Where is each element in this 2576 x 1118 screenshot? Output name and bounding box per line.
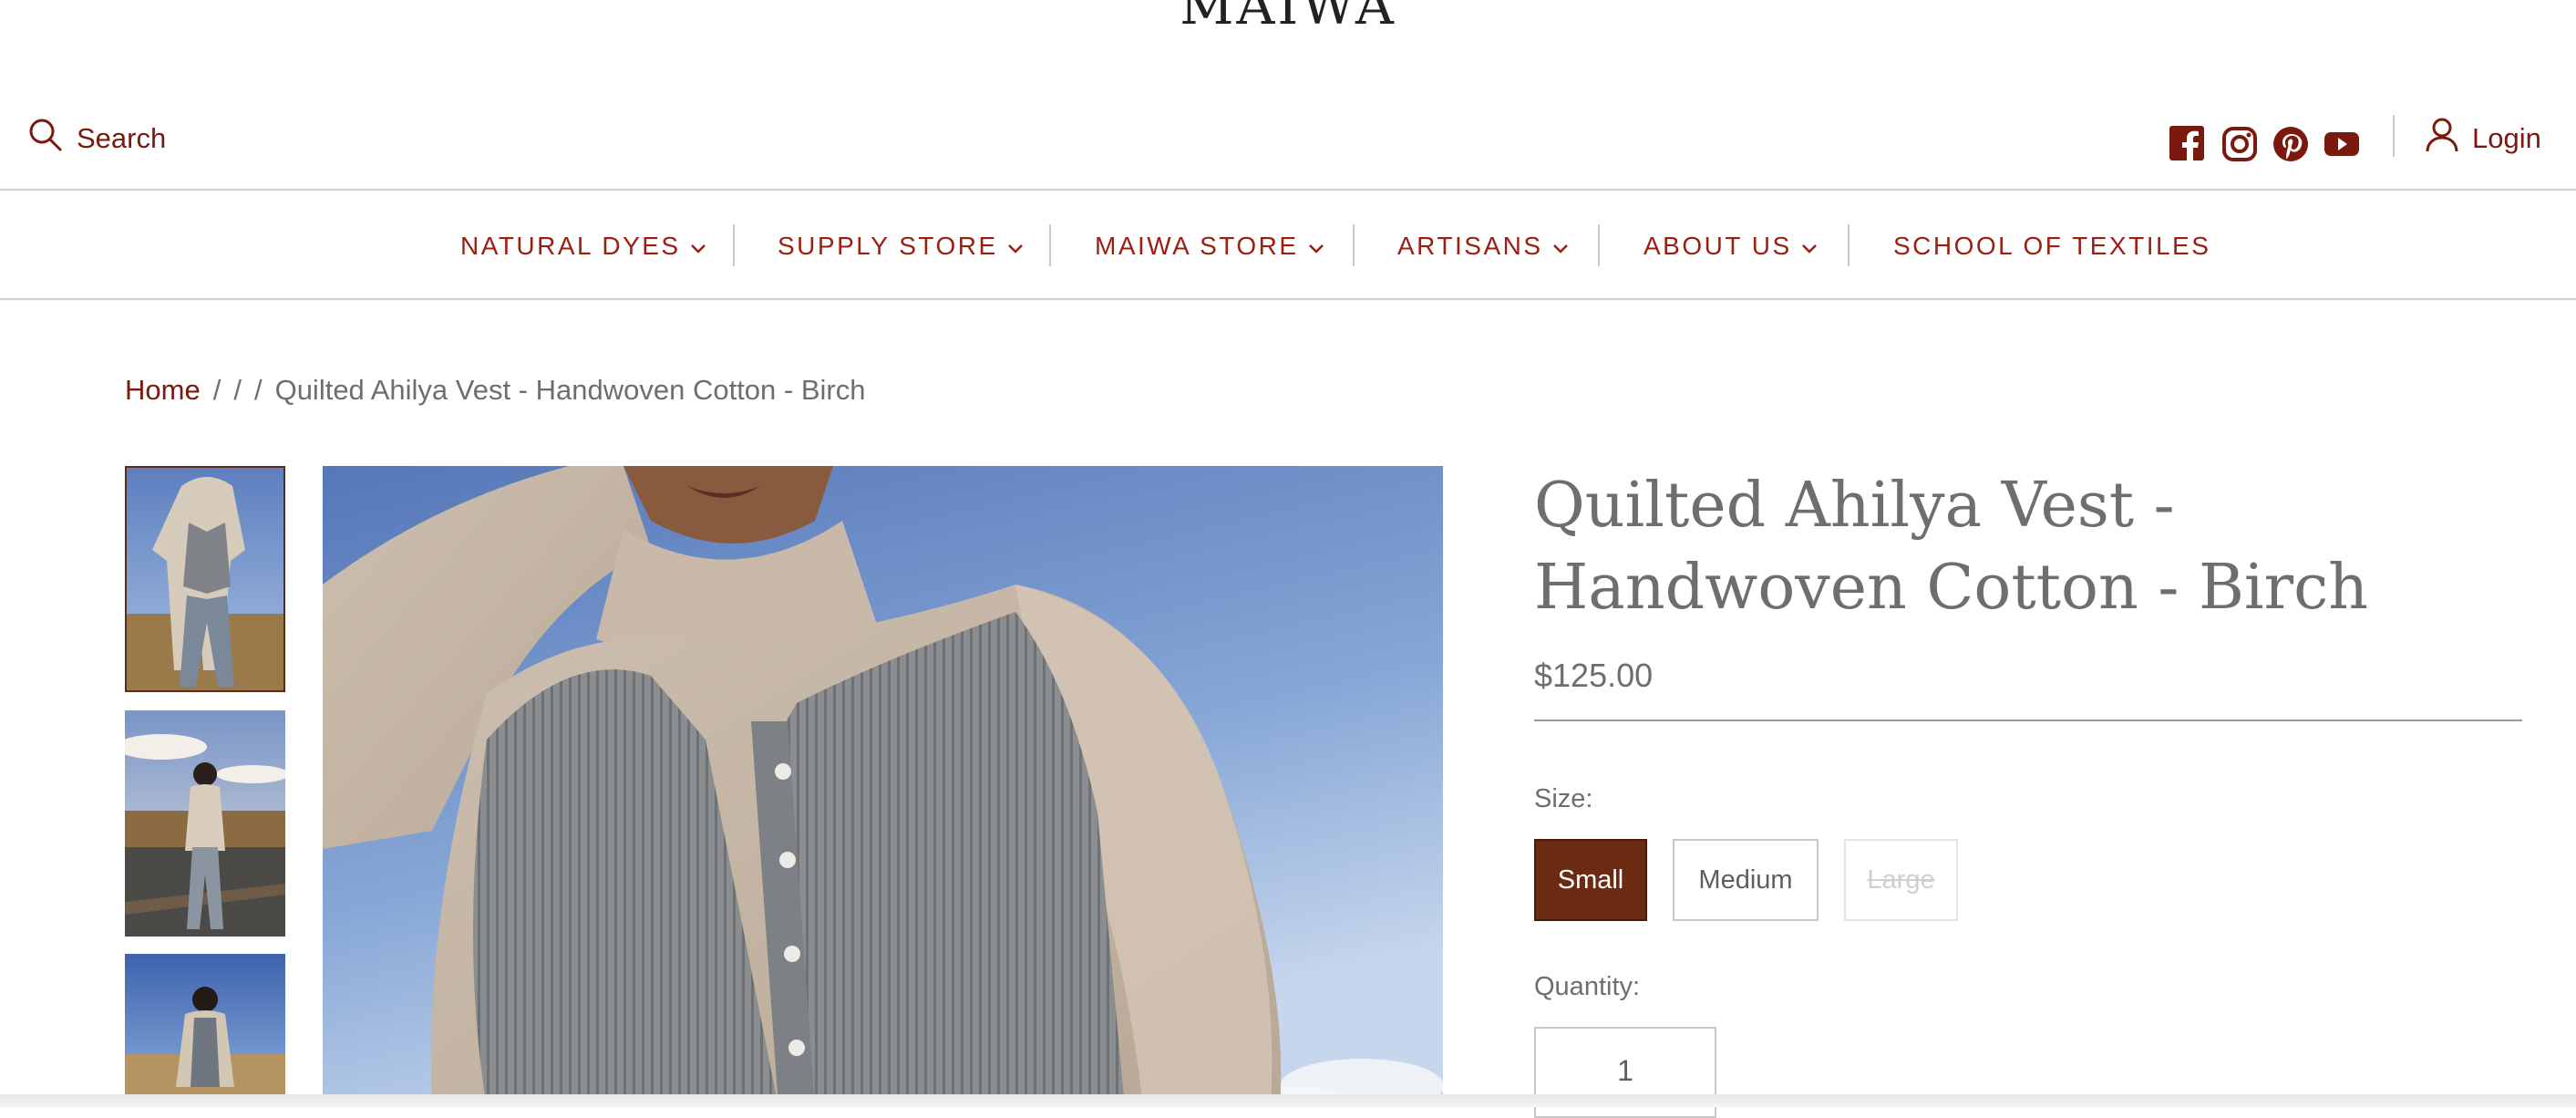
nav-label: SCHOOL OF TEXTILES [1893,232,2211,260]
search-button[interactable]: Search [27,117,166,160]
nav-about-us[interactable]: ABOUT US [1643,230,1818,263]
nav-divider [733,224,735,266]
youtube-icon [2324,126,2360,167]
instagram-link[interactable] [2221,126,2258,167]
nav-divider [1353,224,1355,266]
nav-divider [1598,224,1600,266]
breadcrumb-separator: / [212,374,222,406]
breadcrumb-home[interactable]: Home [125,374,201,407]
size-option-label: Small [1557,864,1624,895]
product-thumbnail[interactable] [125,466,285,692]
quantity-label: Quantity: [1534,972,1641,1001]
facebook-icon [2169,126,2204,165]
login-link[interactable]: Login [2425,117,2541,160]
size-label: Size: [1534,784,1593,813]
nav-label: NATURAL DYES [460,232,681,260]
header-divider-line [0,189,2576,191]
breadcrumb-separator: / [233,374,242,406]
product-price: $125.00 [1534,657,1654,694]
chevron-down-icon [1801,232,1818,261]
bottom-fade [0,1094,2576,1107]
product-thumbnail[interactable] [125,954,285,1107]
facebook-link[interactable] [2169,126,2204,165]
nav-label: MAIWA STORE [1095,232,1299,260]
size-option-label: Medium [1698,864,1793,895]
size-option-large[interactable]: Large [1844,839,1958,921]
user-icon [2425,117,2459,160]
nav-school-of-textiles[interactable]: SCHOOL OF TEXTILES [1893,230,2210,263]
breadcrumb-current: Quilted Ahilya Vest - Handwoven Cotton -… [274,374,866,406]
nav-label: ABOUT US [1643,232,1792,260]
pinterest-link[interactable] [2272,126,2309,167]
product-title: Quilted Ahilya Vest - Handwoven Cotton -… [1534,470,2369,624]
size-option-medium[interactable]: Medium [1673,839,1819,921]
nav-maiwa-store[interactable]: MAIWA STORE [1095,230,1324,263]
search-label: Search [77,122,167,154]
nav-bottom-line [0,298,2576,300]
size-option-label: Large [1867,864,1935,895]
nav-label: ARTISANS [1397,232,1543,260]
size-option-small[interactable]: Small [1534,839,1647,921]
breadcrumb-separator: / [253,374,263,406]
nav-artisans[interactable]: ARTISANS [1397,230,1569,263]
pinterest-icon [2272,126,2309,167]
product-main-image[interactable] [323,466,1443,1107]
nav-supply-store[interactable]: SUPPLY STORE [778,230,1024,263]
price-divider [1534,719,2522,721]
nav-divider [1848,224,1850,266]
header-divider [2393,115,2395,157]
nav-natural-dyes[interactable]: NATURAL DYES [460,230,706,263]
nav-label: SUPPLY STORE [778,232,998,260]
breadcrumb: Home / / / Quilted Ahilya Vest - Handwov… [125,374,865,407]
youtube-link[interactable] [2324,126,2360,167]
chevron-down-icon [1552,232,1569,261]
site-logo[interactable]: MAIWA [0,0,2576,36]
login-label: Login [2472,122,2541,154]
product-thumbnail[interactable] [125,710,285,937]
chevron-down-icon [690,232,706,261]
instagram-icon [2221,126,2258,167]
chevron-down-icon [1007,232,1024,261]
search-icon [27,117,64,160]
nav-divider [1049,224,1051,266]
chevron-down-icon [1308,232,1324,261]
